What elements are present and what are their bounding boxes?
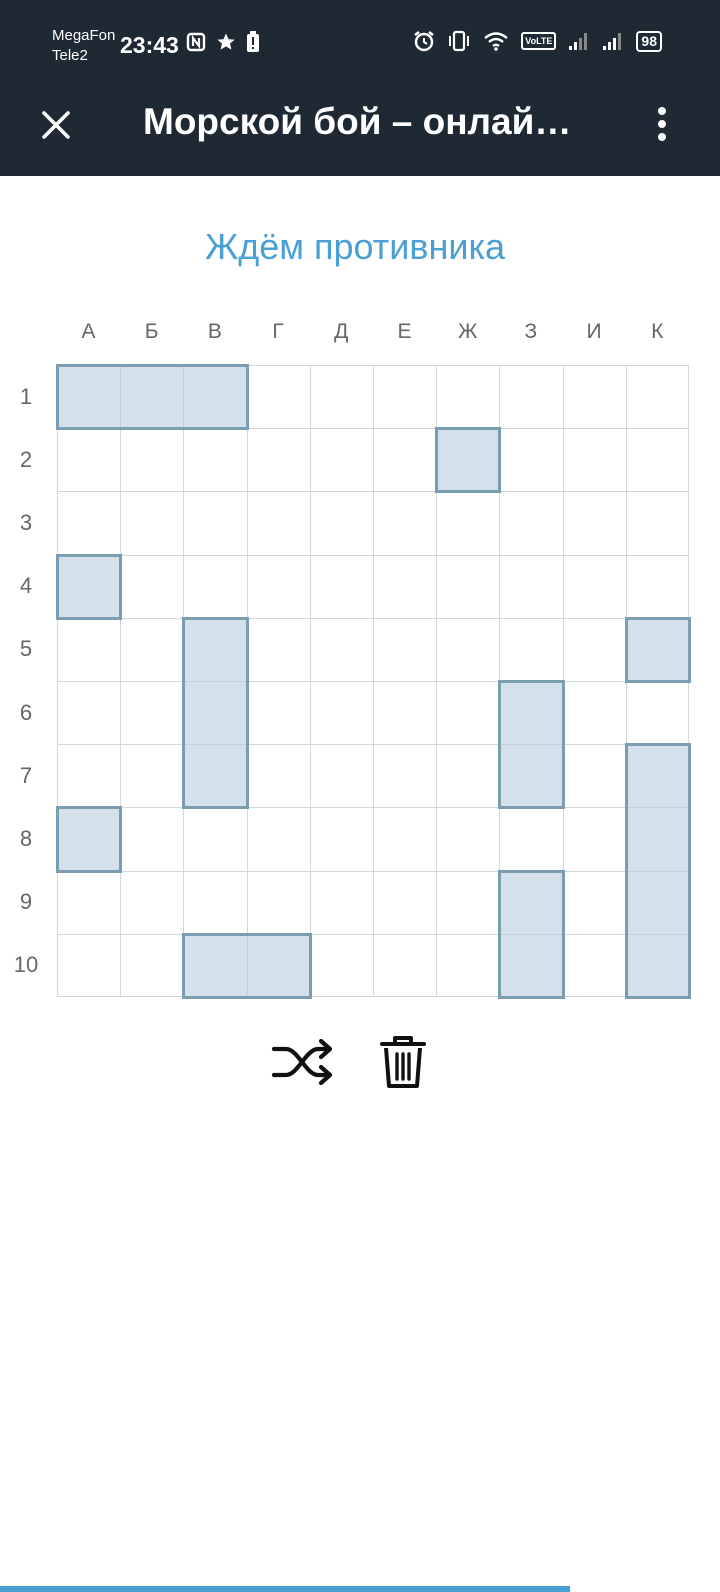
column-label: К — [651, 320, 664, 343]
signal-2-icon — [602, 31, 624, 51]
close-button[interactable] — [34, 103, 78, 147]
column-label: Ж — [457, 320, 478, 343]
row-label: 4 — [19, 573, 33, 599]
ship[interactable] — [435, 427, 502, 494]
ship[interactable] — [498, 680, 565, 810]
grid-line-horizontal — [57, 807, 689, 809]
ship[interactable] — [624, 616, 691, 683]
nfc-icon — [186, 32, 206, 52]
more-options-button[interactable] — [640, 100, 684, 148]
row-label: 5 — [19, 636, 33, 662]
volte-badge: VoLTE — [521, 32, 557, 50]
carrier-names: MegaFon Tele2 — [52, 26, 115, 66]
row-label: 10 — [13, 952, 39, 978]
row-label: 2 — [19, 446, 33, 472]
column-label: А — [81, 320, 96, 343]
ship[interactable] — [56, 806, 123, 873]
ship[interactable] — [624, 743, 691, 999]
row-label: 6 — [19, 699, 33, 725]
wifi-icon — [483, 31, 509, 51]
grid-line-horizontal — [57, 933, 689, 935]
bottom-progress-line — [0, 1586, 570, 1592]
column-label: И — [586, 320, 602, 343]
ship[interactable] — [182, 932, 312, 999]
trash-icon — [380, 1036, 426, 1088]
ship[interactable] — [498, 869, 565, 999]
board-actions — [0, 1030, 720, 1096]
battery-alert-icon — [246, 31, 260, 53]
status-icons-left — [186, 31, 260, 53]
grid-line-horizontal — [57, 870, 689, 872]
game-board[interactable] — [56, 364, 691, 999]
column-label: Е — [397, 320, 412, 343]
signal-1-icon — [568, 31, 590, 51]
carrier-1: MegaFon — [52, 27, 116, 44]
carrier-2: Tele2 — [52, 47, 88, 64]
app-header: Морской бой – онлай… — [0, 88, 720, 176]
shuffle-icon — [271, 1038, 333, 1086]
column-label: Г — [272, 320, 284, 343]
star-icon — [216, 32, 236, 52]
row-label: 1 — [19, 383, 33, 409]
game-status: Ждём противника — [204, 226, 506, 267]
status-icons-right: VoLTE 98 — [413, 30, 662, 52]
row-label: 8 — [19, 826, 33, 851]
page-title: Морской бой – онлай… — [143, 101, 572, 142]
clear-board-button[interactable] — [374, 1032, 432, 1092]
vibrate-icon — [447, 30, 471, 52]
ship[interactable] — [56, 364, 249, 431]
row-label: 7 — [19, 762, 33, 788]
column-label: Д — [334, 320, 349, 343]
grid-line-horizontal — [57, 996, 689, 997]
battery-level: 98 — [636, 30, 662, 52]
column-label: З — [524, 320, 538, 343]
ship[interactable] — [182, 616, 249, 810]
clock: 23:43 — [120, 32, 179, 58]
grid-line-horizontal — [57, 744, 689, 746]
ship[interactable] — [56, 553, 123, 620]
grid-line-horizontal — [57, 681, 689, 682]
alarm-icon — [413, 30, 435, 52]
close-icon — [42, 111, 70, 139]
column-label: В — [207, 320, 222, 343]
row-label: 9 — [19, 889, 33, 915]
row-label: 3 — [19, 510, 33, 535]
shuffle-button[interactable] — [268, 1032, 338, 1092]
status-bar: MegaFon Tele2 23:43 VoLTE 98 — [0, 0, 720, 88]
more-vert-icon — [658, 107, 666, 141]
column-label: Б — [144, 320, 159, 343]
top-bar: MegaFon Tele2 23:43 VoLTE 98 Морской бой… — [0, 0, 720, 176]
